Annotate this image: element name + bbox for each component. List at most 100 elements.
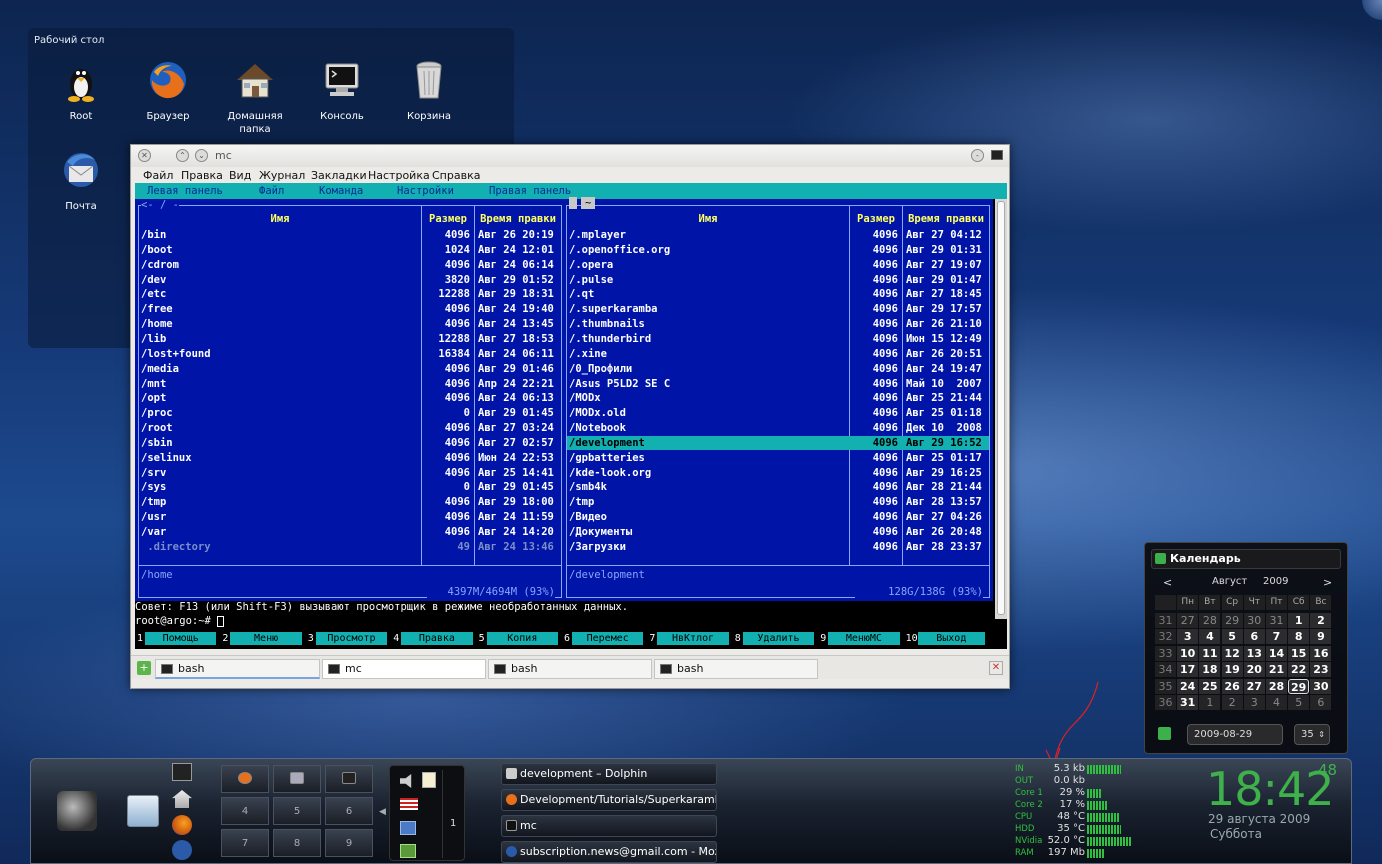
pager-desktop-8[interactable]: 8 (273, 829, 321, 857)
calendar-day[interactable]: 12 (1221, 645, 1243, 661)
calendar-day[interactable]: 19 (1221, 662, 1243, 677)
fkey-2-button[interactable]: Меню (230, 632, 302, 645)
calendar-day[interactable]: 14 (1266, 645, 1287, 661)
calendar-day-today[interactable]: 29 (1288, 678, 1310, 694)
pager-desktop-4[interactable]: 4 (221, 797, 269, 825)
calendar-day[interactable]: 30 (1243, 612, 1265, 628)
calendar-day[interactable]: 3 (1177, 629, 1199, 644)
calendar-day[interactable]: 6 (1310, 695, 1332, 710)
keep-above-button[interactable]: ⌃ (176, 149, 189, 162)
calendar-day[interactable]: 23 (1310, 662, 1332, 677)
calendar-day[interactable]: 31 (1177, 695, 1199, 710)
keep-below-button[interactable]: ⌄ (195, 149, 208, 162)
calendar-day[interactable]: 20 (1243, 662, 1265, 677)
desktop-icon-browser[interactable]: Браузер (128, 58, 208, 123)
close-tab-button[interactable]: ✕ (989, 661, 1003, 675)
fkey-6-button[interactable]: Перемес (572, 632, 644, 645)
tab-bash-1[interactable]: bash (155, 659, 320, 679)
calendar-day[interactable]: 2 (1310, 612, 1332, 628)
calendar-day[interactable]: 15 (1288, 645, 1310, 661)
prev-month-button[interactable]: < (1163, 576, 1172, 589)
desktop-icon-home[interactable]: Домашняя папка (215, 58, 295, 136)
calendar-day[interactable]: 24 (1177, 678, 1199, 694)
calendar-day[interactable]: 3 (1243, 695, 1265, 710)
keyboard-layout-us-flag-icon[interactable] (400, 798, 418, 810)
calendar-day[interactable]: 5 (1288, 695, 1310, 710)
menu-edit[interactable]: Правка (181, 169, 223, 182)
cashew-toolbox-icon[interactable] (1358, 0, 1382, 22)
next-month-button[interactable]: > (1323, 576, 1332, 589)
klipper-icon[interactable] (422, 772, 436, 788)
pager-desktop-7[interactable]: 7 (221, 829, 269, 857)
task-dolphin[interactable]: development – Dolphin (501, 763, 717, 785)
calendar-day[interactable]: 13 (1243, 645, 1265, 661)
window-titlebar[interactable]: ✕ ⌃ ⌄ mc - (131, 145, 1009, 167)
window-menu-button[interactable]: ✕ (138, 149, 151, 162)
kickoff-menu-icon[interactable] (57, 791, 97, 831)
calendar-day[interactable]: 7 (1266, 629, 1287, 644)
calendar-day[interactable]: 6 (1243, 629, 1265, 644)
tab-bash-2[interactable]: bash (488, 659, 652, 679)
volume-icon[interactable] (400, 774, 412, 788)
calendar-day[interactable]: 25 (1199, 678, 1221, 694)
calendar-year[interactable]: 2009 (1263, 576, 1288, 587)
minimize-button[interactable]: - (971, 149, 984, 162)
calendar-day[interactable]: 30 (1310, 678, 1332, 694)
menu-help[interactable]: Справка (432, 169, 480, 182)
menu-file[interactable]: Файл (143, 169, 173, 182)
calendar-day[interactable]: 21 (1266, 662, 1287, 677)
quicklaunch-terminal-icon[interactable] (172, 763, 192, 781)
quicklaunch-home-icon[interactable] (172, 790, 192, 808)
new-tab-button[interactable]: + (137, 661, 151, 675)
calendar-day[interactable]: 2 (1221, 695, 1243, 710)
calendar-day[interactable]: 27 (1243, 678, 1265, 694)
update-notifier-icon[interactable] (400, 844, 416, 858)
calendar-day[interactable]: 8 (1288, 629, 1310, 644)
terminal-scrollbar[interactable] (995, 199, 1007, 619)
pager-desktop-5[interactable]: 5 (273, 797, 321, 825)
desktop-icon-mail[interactable]: Почта (41, 148, 121, 213)
menu-history[interactable]: Журнал (259, 169, 305, 182)
calendar-day[interactable]: 17 (1177, 662, 1199, 677)
fkey-9-button[interactable]: МенюМС (828, 632, 900, 645)
tab-bash-3[interactable]: bash (654, 659, 818, 679)
tray-collapse-arrow[interactable]: ◀ (379, 807, 386, 817)
task-mc[interactable]: mc (501, 815, 717, 837)
calendar-day[interactable]: 18 (1199, 662, 1221, 677)
calendar-day[interactable]: 22 (1288, 662, 1310, 677)
calendar-day[interactable]: 11 (1199, 645, 1221, 661)
calendar-day[interactable]: 16 (1310, 645, 1332, 661)
menu-settings[interactable]: Настройка (368, 169, 430, 182)
calendar-day[interactable]: 28 (1199, 612, 1221, 628)
menu-view[interactable]: Вид (229, 169, 251, 182)
tab-mc[interactable]: mc (322, 659, 486, 679)
pager-desktop-9[interactable]: 9 (325, 829, 373, 857)
calendar-day[interactable]: 29 (1221, 612, 1243, 628)
quicklaunch-firefox-icon[interactable] (172, 815, 192, 835)
calendar-day[interactable]: 28 (1266, 678, 1287, 694)
fkey-10-button[interactable]: Выход (917, 632, 985, 645)
fkey-3-button[interactable]: Просмотр (315, 632, 388, 645)
fkey-8-button[interactable]: Удалить (742, 632, 815, 645)
calendar-day[interactable]: 10 (1177, 645, 1199, 661)
network-icon[interactable] (400, 821, 416, 835)
calendar-day[interactable]: 1 (1288, 612, 1310, 628)
task-firefox[interactable]: Development/Tutorials/Superkaramba - (501, 789, 717, 811)
calendar-day[interactable]: 27 (1177, 612, 1199, 628)
network-share-icon[interactable] (127, 795, 159, 827)
calendar-day[interactable]: 31 (1266, 612, 1287, 628)
calendar-day[interactable]: 5 (1221, 629, 1243, 644)
desktop-icon-root[interactable]: Root (41, 58, 121, 123)
calendar-month[interactable]: Август (1212, 576, 1247, 587)
quicklaunch-thunderbird-icon[interactable] (172, 840, 192, 860)
menu-bookmarks[interactable]: Закладки (311, 169, 367, 182)
pager-desktop-6[interactable]: 6 (325, 797, 373, 825)
today-icon[interactable] (1158, 727, 1171, 740)
date-field[interactable]: 2009-08-29 (1187, 724, 1283, 745)
calendar-day[interactable]: 26 (1221, 678, 1243, 694)
fkey-5-button[interactable]: Копия (486, 632, 558, 645)
terminal-area[interactable]: Левая панель Файл Команда Настройки Прав… (135, 183, 1007, 649)
fkey-4-button[interactable]: Правка (401, 632, 473, 645)
calendar-day[interactable]: 4 (1266, 695, 1287, 710)
calendar-day[interactable]: 4 (1199, 629, 1221, 644)
